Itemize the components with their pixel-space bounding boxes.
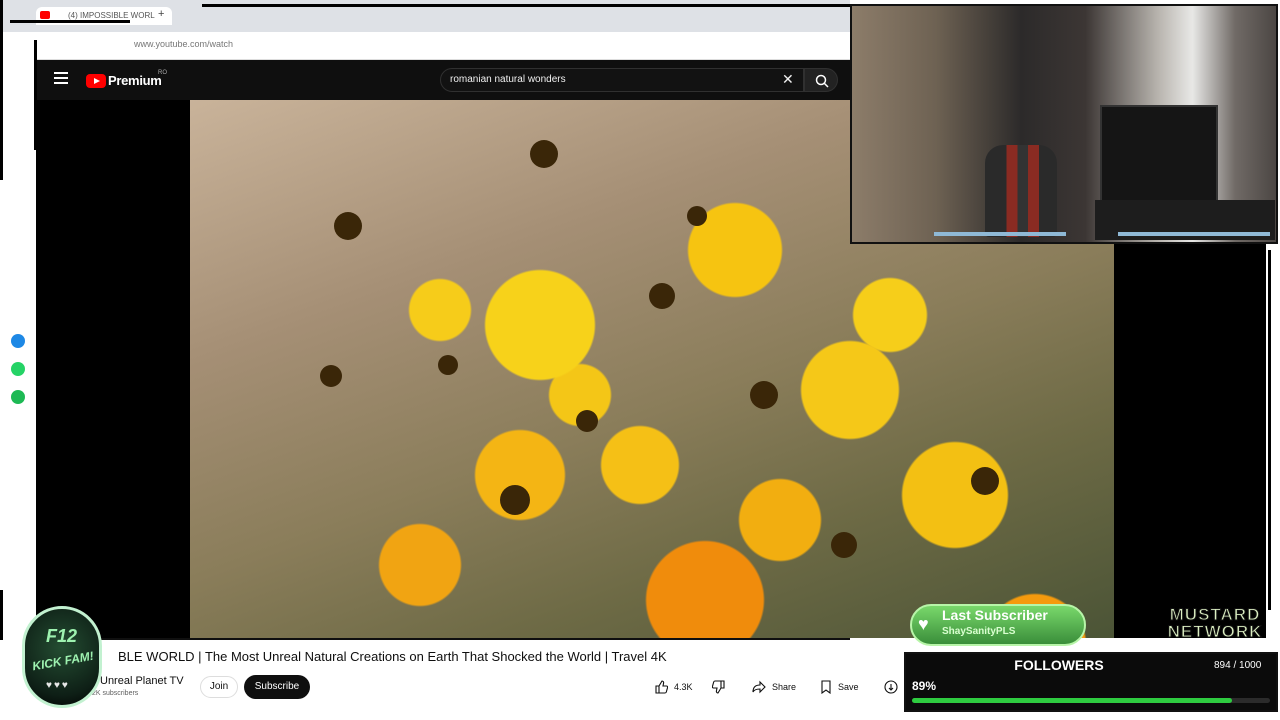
youtube-premium-logo[interactable]: Premium (108, 73, 162, 88)
network-line: MUSTARD (1169, 605, 1261, 624)
like-button[interactable]: 4.3K (654, 676, 693, 698)
youtube-tab-icon (40, 11, 50, 19)
share-icon (752, 680, 766, 694)
browser-sidebar (0, 32, 36, 640)
youtube-logo-icon[interactable] (86, 74, 106, 88)
dislike-button[interactable] (712, 676, 732, 698)
heart-icon: ♥ (918, 614, 929, 634)
overlay-frame-line (0, 0, 3, 180)
followers-label: FOLLOWERS (1014, 657, 1104, 673)
badge-hearts: ♥♥♥ (46, 680, 70, 691)
join-button[interactable]: Join (200, 676, 238, 698)
followers-percent: 89% (912, 679, 937, 693)
thanks-button[interactable] (884, 676, 904, 698)
address-bar[interactable] (0, 32, 850, 60)
network-line: NETWORK (1167, 622, 1263, 641)
spotify-icon[interactable] (11, 390, 25, 404)
followers-count: 894 / 1000 (1214, 660, 1262, 671)
search-button[interactable] (804, 68, 838, 92)
badge-text: F12 (46, 626, 78, 646)
country-code: RO (158, 70, 167, 76)
thumbs-up-icon (655, 680, 668, 694)
messenger-icon[interactable] (11, 334, 25, 348)
share-label: Share (772, 682, 797, 692)
save-label: Save (838, 682, 859, 692)
mustard-network-logo: MUSTARD NETWORK (1156, 605, 1274, 641)
thanks-icon (884, 680, 898, 694)
channel-name[interactable]: Unreal Planet TV (100, 675, 184, 687)
search-query[interactable]: romanian natural wonders (450, 74, 566, 85)
thumbs-down-icon (712, 680, 725, 694)
url-text[interactable]: www.youtube.com/watch (134, 39, 233, 49)
overlay-frame-line (10, 20, 130, 23)
video-title: BLE WORLD | The Most Unreal Natural Crea… (118, 649, 667, 664)
whatsapp-icon[interactable] (11, 362, 25, 376)
overlay-frame-line (34, 40, 37, 150)
followers-progress-fill (912, 698, 1233, 703)
last-subscriber-name: ShaySanityPLS (942, 626, 1016, 637)
hamburger-menu-icon[interactable] (54, 72, 68, 84)
share-button[interactable]: Share (752, 676, 796, 698)
like-count: 4.3K (674, 682, 693, 692)
followers-progress-track (912, 698, 1270, 703)
search-icon (815, 74, 829, 88)
bookmark-icon (821, 680, 831, 694)
save-button[interactable]: Save (820, 676, 859, 698)
subscriber-count: 2K subscribers (92, 690, 139, 697)
close-icon[interactable]: ✕ (782, 71, 794, 88)
new-tab-button[interactable]: + (158, 8, 164, 20)
subscribe-button[interactable]: Subscribe (244, 675, 310, 699)
last-subscriber-label: Last Subscriber (942, 607, 1048, 623)
webcam-frame (850, 4, 1278, 244)
overlay-frame-line (1268, 250, 1271, 610)
overlay-frame-line (202, 4, 850, 7)
